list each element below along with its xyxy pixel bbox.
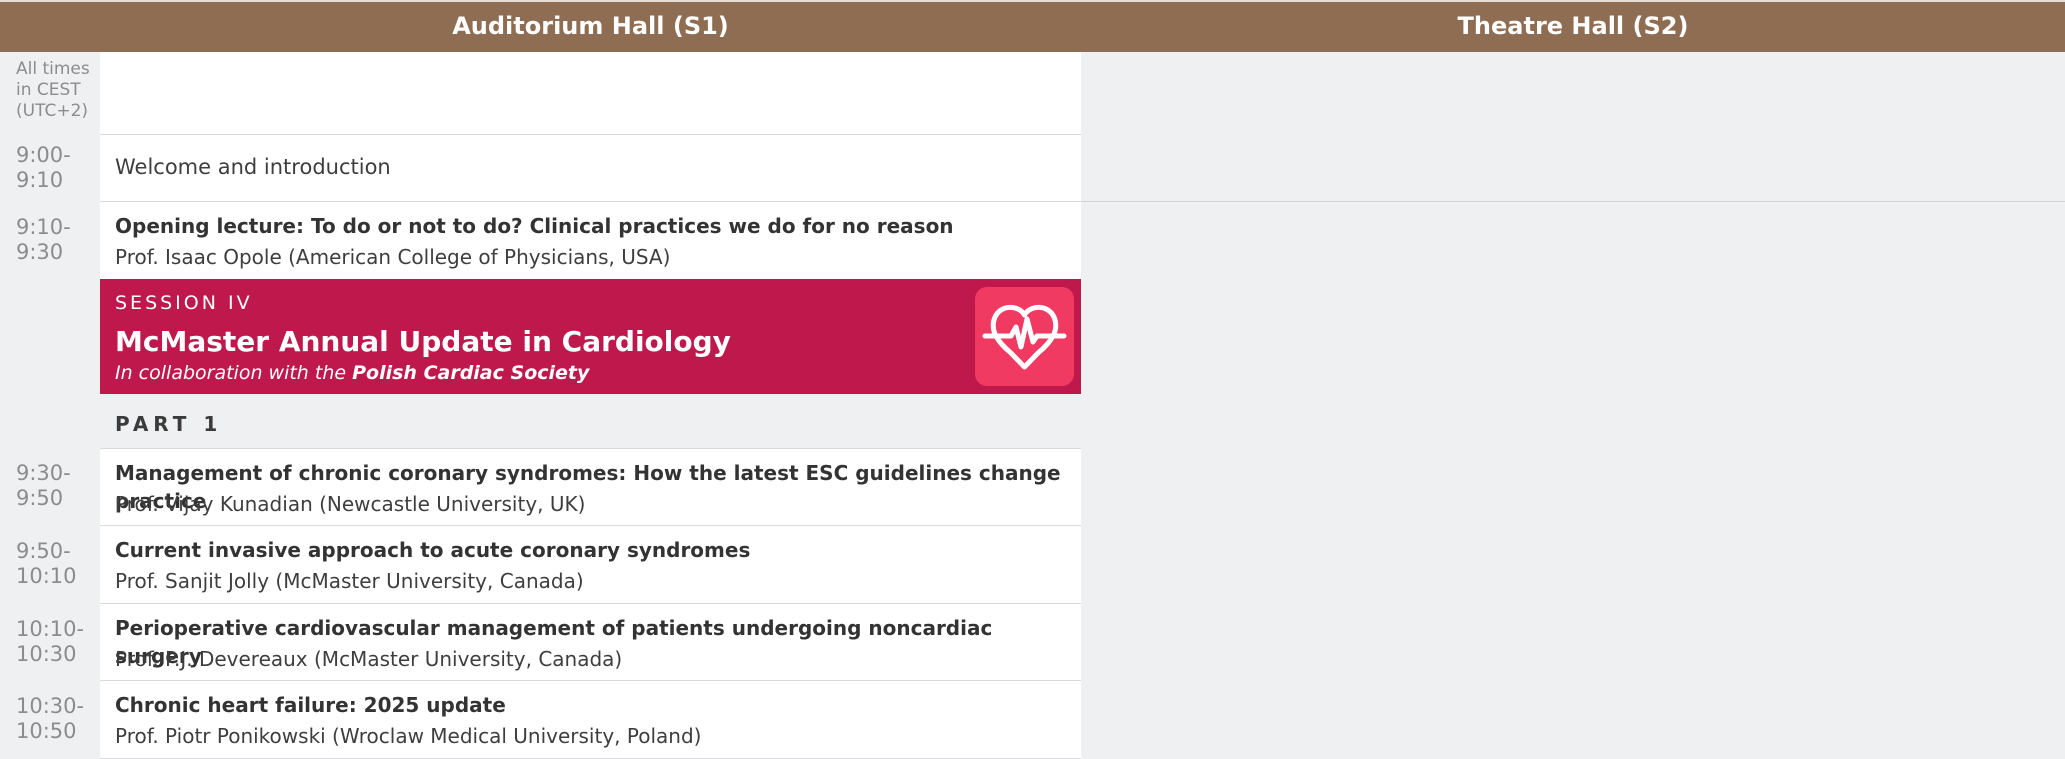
- schedule-row[interactable]: Chronic heart failure: 2025 update Prof.…: [100, 681, 1081, 759]
- time-start: 9:00-: [16, 143, 71, 167]
- time-slot: 10:10- 10:30: [16, 617, 84, 667]
- time-end: 10:30: [16, 642, 77, 666]
- talk-speaker: Prof. Piotr Ponikowski (Wroclaw Medical …: [115, 724, 702, 748]
- talk-speaker: Prof. Vijay Kunadian (Newcastle Universi…: [115, 492, 586, 516]
- time-start: 9:50-: [16, 539, 71, 563]
- schedule-row[interactable]: Perioperative cardiovascular management …: [100, 604, 1081, 681]
- time-end: 9:10: [16, 168, 64, 192]
- timezone-note: All times in CEST (UTC+2): [16, 59, 98, 122]
- hall-header-s2[interactable]: Theatre Hall (S2): [1081, 0, 2065, 52]
- talk-title: Opening lecture: To do or not to do? Cli…: [115, 214, 954, 238]
- schedule-row[interactable]: Current invasive approach to acute coron…: [100, 526, 1081, 604]
- session-banner[interactable]: SESSION IV McMaster Annual Update in Car…: [100, 279, 1081, 394]
- time-slot: 9:30- 9:50: [16, 461, 71, 511]
- timezone-line: All times: [16, 59, 90, 79]
- schedule-row[interactable]: Management of chronic coronary syndromes…: [100, 448, 1081, 526]
- time-slot: 9:00- 9:10: [16, 143, 71, 193]
- talk-title: Current invasive approach to acute coron…: [115, 538, 751, 562]
- time-end: 10:10: [16, 564, 77, 588]
- part-heading: PART 1: [100, 394, 1081, 448]
- time-slot: 10:30- 10:50: [16, 694, 84, 744]
- session-number: SESSION IV: [115, 292, 253, 314]
- subtitle-org: Polish Cardiac Society: [352, 362, 590, 384]
- time-start: 10:30-: [16, 694, 85, 718]
- timezone-line: in CEST: [16, 80, 81, 100]
- theatre-hall-column: [1081, 52, 2065, 759]
- time-end: 9:30: [16, 240, 64, 264]
- hall-header-s1[interactable]: Auditorium Hall (S1): [100, 0, 1081, 52]
- time-start: 9:30-: [16, 461, 71, 485]
- talk-speaker: Prof. Sanjit Jolly (McMaster University,…: [115, 569, 584, 593]
- subtitle-prefix: In collaboration with the: [115, 362, 353, 384]
- session-title: McMaster Annual Update in Cardiology: [115, 325, 731, 358]
- time-slot: 9:50- 10:10: [16, 539, 77, 589]
- time-end: 9:50: [16, 486, 64, 510]
- schedule-row-welcome[interactable]: Welcome and introduction: [100, 135, 1081, 202]
- talk-speaker: Prof. Isaac Opole (American College of P…: [115, 245, 671, 269]
- time-start: 10:10-: [16, 617, 85, 641]
- talk-speaker: Prof. P.J. Devereaux (McMaster Universit…: [115, 647, 623, 671]
- schedule-row-opening-lecture[interactable]: Opening lecture: To do or not to do? Cli…: [100, 202, 1081, 279]
- heart-pulse-icon: [975, 287, 1074, 386]
- talk-title: Chronic heart failure: 2025 update: [115, 693, 506, 717]
- time-slot: 9:10- 9:30: [16, 215, 71, 265]
- time-end: 10:50: [16, 719, 77, 743]
- part-label: PART 1: [115, 412, 223, 436]
- time-start: 9:10-: [16, 215, 71, 239]
- empty-slot: [100, 52, 1081, 135]
- session-title: Welcome and introduction: [115, 155, 391, 179]
- heart-pulse-svg: [982, 304, 1067, 370]
- theatre-hall-divider: [1081, 201, 2065, 202]
- timezone-line: (UTC+2): [16, 101, 89, 121]
- session-subtitle: In collaboration with the Polish Cardiac…: [115, 362, 589, 384]
